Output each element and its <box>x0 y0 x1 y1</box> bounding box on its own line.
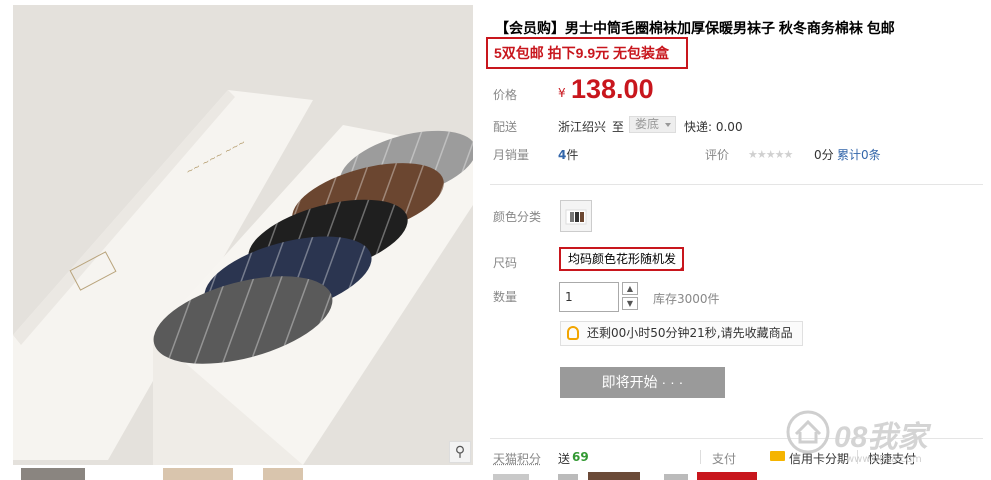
chevron-down-icon <box>665 123 671 127</box>
shipping-to-word: 至 <box>612 120 625 134</box>
size-label: 尺码 <box>493 256 518 270</box>
product-title: 【会员购】男士中筒毛圈棉袜加厚保暖男袜子 秋冬商务棉袜 包邮 <box>495 20 895 36</box>
rating-stars-icon: ★★★★★ <box>748 148 793 161</box>
points-send: 送 <box>558 452 571 466</box>
qty-label: 数量 <box>493 290 518 304</box>
points-label[interactable]: 天猫积分 <box>493 450 541 467</box>
thumbnail[interactable] <box>163 468 233 480</box>
destination-select[interactable]: 娄底 <box>629 116 676 133</box>
watermark-url: www.08jia.com <box>846 454 922 465</box>
promo-highlight: 5双包邮 拍下9.9元 无包装盒 <box>486 37 688 69</box>
lightbulb-icon <box>567 326 579 340</box>
color-swatch[interactable] <box>560 200 592 232</box>
stock-count: 库存3000件 <box>653 292 720 306</box>
site-watermark: 08我家 www.08jia.com <box>784 398 984 474</box>
watermark-text: 08我家 <box>834 421 928 454</box>
pay-label: 支付 <box>712 452 737 466</box>
next-row-text <box>664 474 688 480</box>
thumbnail-strip <box>13 466 473 480</box>
quantity-input[interactable]: 1 <box>559 282 619 312</box>
qty-increase-button[interactable]: ▲ <box>622 282 638 295</box>
socks-thumbnail-icon <box>565 209 587 225</box>
divider <box>700 450 701 464</box>
thumbnail[interactable] <box>21 468 85 480</box>
shipping-from: 浙江绍兴 <box>558 120 607 134</box>
divider <box>490 184 983 185</box>
thumbnail[interactable] <box>263 468 303 480</box>
coming-soon-button[interactable]: 即将开始 · · · <box>560 367 725 398</box>
home-logo-icon <box>786 410 830 454</box>
selected-check-icon <box>678 265 684 271</box>
zoom-icon[interactable]: ⚲ <box>449 441 471 463</box>
size-option-label: 均码颜色花形随机发 <box>568 252 677 266</box>
rating-score: 0分 <box>814 148 834 162</box>
product-image[interactable]: ~~ ~~~ ~~~ <box>13 5 473 465</box>
price-value: 138.00 <box>571 74 654 104</box>
color-label: 颜色分类 <box>493 210 542 224</box>
shipping-label: 配送 <box>493 120 518 134</box>
next-row-label <box>493 474 529 480</box>
sales-unit: 件 <box>566 148 579 162</box>
currency-symbol: ¥ <box>558 86 566 100</box>
price-label: 价格 <box>493 88 518 102</box>
review-count-link[interactable]: 累计0条 <box>837 146 881 163</box>
points-value: 69 <box>572 450 589 464</box>
next-row-badge <box>697 472 757 480</box>
next-row-text <box>558 474 578 480</box>
qty-decrease-button[interactable]: ▼ <box>622 297 638 310</box>
next-row-badge <box>588 472 640 480</box>
countdown-notice: 还剩00小时50分钟21秒,请先收藏商品 <box>560 321 803 346</box>
destination-value: 娄底 <box>635 117 660 131</box>
rating-label: 评价 <box>705 148 730 162</box>
express-fee: 快递: 0.00 <box>684 120 743 134</box>
credit-card-icon <box>770 451 785 461</box>
size-option-selected[interactable]: 均码颜色花形随机发 <box>559 247 684 271</box>
sock-box-illustration: ~~ ~~~ ~~~ <box>13 5 473 465</box>
sales-label: 月销量 <box>493 148 530 162</box>
sales-count-wrap: 4件 <box>558 146 578 163</box>
countdown-text: 还剩00小时50分钟21秒,请先收藏商品 <box>587 326 793 340</box>
